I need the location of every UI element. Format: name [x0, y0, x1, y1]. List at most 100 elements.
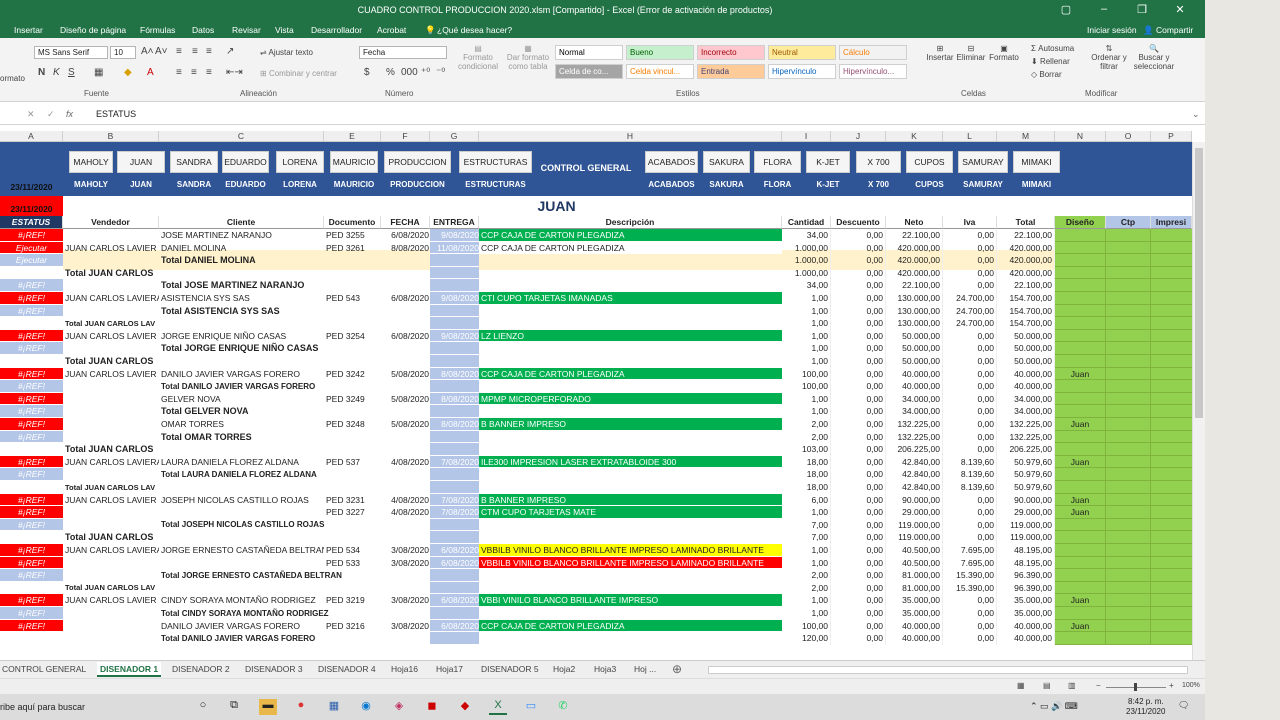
diseno-cell[interactable] — [1055, 342, 1106, 355]
status-cell[interactable]: #¡REF! — [0, 519, 63, 531]
conditional-format-button[interactable]: ▤ Formato condicional — [456, 44, 500, 71]
ctp-cell[interactable] — [1106, 531, 1151, 544]
diseno-cell[interactable] — [1055, 607, 1106, 620]
name-box[interactable] — [0, 108, 14, 121]
nav-button-lorena[interactable]: LORENA — [276, 151, 324, 173]
ctp-cell[interactable] — [1106, 431, 1151, 443]
impresion-cell[interactable] — [1151, 292, 1192, 305]
descripcion-cell[interactable]: VBBILB VINILO BLANCO BRILLANTE IMPRESO L… — [479, 557, 782, 569]
normal-view-icon[interactable]: ▦ — [1017, 681, 1025, 690]
ctp-cell[interactable] — [1106, 468, 1151, 481]
diseno-cell[interactable] — [1055, 317, 1106, 330]
diseno-cell[interactable] — [1055, 330, 1106, 342]
wrap-text-button[interactable]: ⇌ Ajustar texto — [260, 48, 313, 57]
ctp-cell[interactable] — [1106, 229, 1151, 242]
impresion-cell[interactable] — [1151, 405, 1192, 418]
font-color-icon[interactable]: A — [147, 67, 154, 78]
diseno-cell[interactable] — [1055, 267, 1106, 279]
status-cell[interactable]: #¡REF! — [0, 418, 63, 431]
ctp-cell[interactable] — [1106, 305, 1151, 317]
impresion-cell[interactable] — [1151, 242, 1192, 254]
impresion-cell[interactable] — [1151, 418, 1192, 431]
descripcion-cell[interactable]: CTM CUPO TARJETAS MATE — [479, 506, 782, 519]
clear-button[interactable]: ◇ Borrar — [1031, 70, 1062, 79]
ctp-cell[interactable] — [1106, 292, 1151, 305]
status-cell[interactable]: Ejecutar — [0, 242, 63, 254]
col-header-b[interactable]: B — [63, 131, 159, 141]
delete-cells-button[interactable]: ⊟ Eliminar — [955, 44, 987, 62]
excel-taskbar-icon[interactable]: X — [489, 699, 507, 715]
impresion-cell[interactable] — [1151, 317, 1192, 330]
diseno-cell[interactable] — [1055, 519, 1106, 531]
fill-color-icon[interactable]: ◆ — [124, 67, 132, 78]
diseno-cell[interactable] — [1055, 254, 1106, 267]
impresion-cell[interactable] — [1151, 494, 1192, 506]
status-cell[interactable]: #¡REF! — [0, 569, 63, 582]
status-cell[interactable] — [0, 531, 63, 544]
status-cell[interactable]: #¡REF! — [0, 607, 63, 620]
impresion-cell[interactable] — [1151, 519, 1192, 531]
status-cell[interactable]: #¡REF! — [0, 506, 63, 519]
descripcion-cell[interactable]: CTI CUPO TARJETAS IMANADAS — [479, 292, 782, 305]
style-3[interactable]: Neutral — [768, 45, 836, 60]
status-cell[interactable]: #¡REF! — [0, 292, 63, 305]
decrease-font-icon[interactable]: A˅ — [155, 46, 168, 57]
tab-desarrollador[interactable]: Desarrollador — [311, 25, 362, 35]
diseno-cell[interactable] — [1055, 468, 1106, 481]
align-center-icon[interactable]: ≡ — [191, 67, 197, 78]
impresion-cell[interactable] — [1151, 431, 1192, 443]
ctp-cell[interactable] — [1106, 557, 1151, 569]
diseno-cell[interactable] — [1055, 292, 1106, 305]
status-cell[interactable]: #¡REF! — [0, 557, 63, 569]
impresion-cell[interactable] — [1151, 620, 1192, 632]
status-cell[interactable]: #¡REF! — [0, 620, 63, 632]
descripcion-cell[interactable]: CCP CAJA DE CARTON PLEGADIZA — [479, 620, 782, 632]
minimize-icon[interactable]: – — [1085, 3, 1123, 16]
zoom-in-icon[interactable]: + — [1169, 681, 1174, 690]
impresion-cell[interactable] — [1151, 305, 1192, 317]
impresion-cell[interactable] — [1151, 368, 1192, 380]
align-top-icon[interactable]: ≡ — [176, 46, 182, 57]
status-cell[interactable]: #¡REF! — [0, 431, 63, 443]
formula-input[interactable]: ESTATUS — [96, 109, 1186, 119]
ctp-cell[interactable] — [1106, 279, 1151, 292]
expand-formula-icon[interactable]: ⌄ — [1192, 109, 1200, 120]
diseno-cell[interactable] — [1055, 355, 1106, 368]
acrobat-icon[interactable]: ◆ — [456, 699, 474, 715]
diseno-cell[interactable] — [1055, 443, 1106, 456]
nav-button-acabados[interactable]: ACABADOS — [645, 151, 698, 173]
col-header-j[interactable]: J — [831, 131, 886, 141]
impresion-cell[interactable] — [1151, 380, 1192, 393]
system-tray-icons[interactable]: ⌃ ▭ 🔊 ⌨ — [1030, 701, 1078, 712]
zoom-out-icon[interactable]: − — [1096, 681, 1101, 690]
font-name-select[interactable]: MS Sans Serif — [34, 46, 108, 59]
cancel-icon[interactable]: ✕ — [27, 109, 35, 120]
diseno-cell[interactable]: Juan — [1055, 494, 1106, 506]
diseno-cell[interactable]: Juan — [1055, 594, 1106, 607]
col-header-a[interactable]: A — [0, 131, 63, 141]
style-5[interactable]: Celda de co... — [555, 64, 623, 79]
fill-button[interactable]: ⬇ Rellenar — [1031, 57, 1070, 66]
diseno-cell[interactable] — [1055, 531, 1106, 544]
calculator-icon[interactable]: ▦ — [325, 699, 343, 715]
tab-formulas[interactable]: Fórmulas — [140, 25, 175, 35]
increase-decimal-icon[interactable]: ⁺⁰ — [421, 67, 430, 78]
descripcion-cell[interactable]: CCP CAJA DE CARTON PLEGADIZA — [479, 229, 782, 242]
notification-icon[interactable]: 🗨 — [1178, 700, 1189, 711]
media-icon[interactable]: ◈ — [390, 699, 408, 715]
diseno-cell[interactable] — [1055, 557, 1106, 569]
status-cell[interactable]: #¡REF! — [0, 468, 63, 481]
status-cell[interactable]: #¡REF! — [0, 279, 63, 292]
status-cell[interactable] — [0, 355, 63, 368]
nav-button-juan[interactable]: JUAN — [117, 151, 165, 173]
ctp-cell[interactable] — [1106, 582, 1151, 594]
font-size-select[interactable]: 10 — [110, 46, 136, 59]
impresion-cell[interactable] — [1151, 481, 1192, 494]
format-as-table-button[interactable]: ▦ Dar formato como tabla — [503, 44, 553, 71]
style-2[interactable]: Incorrecto — [697, 45, 765, 60]
align-middle-icon[interactable]: ≡ — [192, 46, 198, 57]
diseno-cell[interactable] — [1055, 544, 1106, 557]
sort-filter-button[interactable]: ⇅ Ordenar y filtrar — [1088, 44, 1130, 71]
recorder-icon[interactable]: ◼ — [423, 699, 441, 715]
nav-button-cupos[interactable]: CUPOS — [906, 151, 953, 173]
